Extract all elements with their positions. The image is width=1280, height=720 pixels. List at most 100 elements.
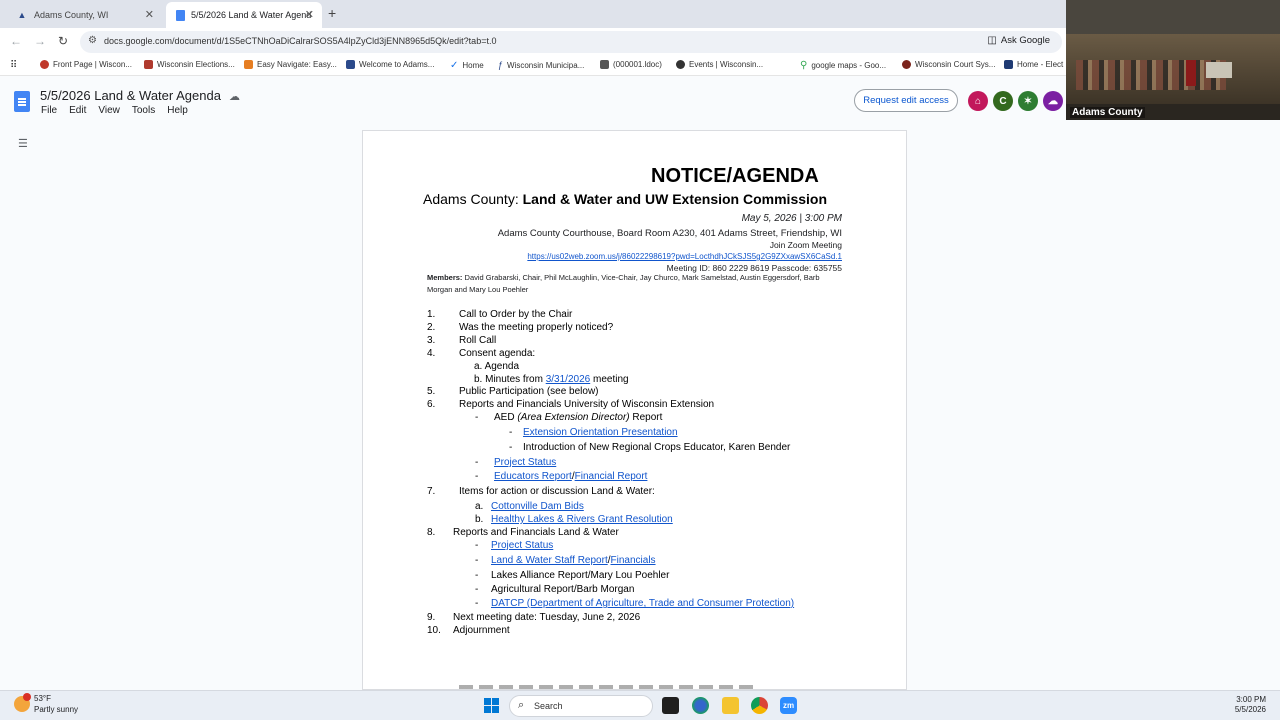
clock-date[interactable]: 5/5/2026 xyxy=(1235,705,1266,714)
bookmark-item[interactable]: Wisconsin Elections... xyxy=(144,60,235,69)
minutes-link[interactable]: 3/31/2026 xyxy=(546,374,591,385)
bookmark-favicon-icon xyxy=(346,60,355,69)
datcp-link[interactable]: DATCP (Department of Agriculture, Trade … xyxy=(491,598,794,609)
avatar[interactable]: C xyxy=(993,91,1013,111)
extension-orientation-link[interactable]: Extension Orientation Presentation xyxy=(523,427,678,438)
weather-description[interactable]: Partly sunny xyxy=(34,705,78,714)
zoom-app-icon[interactable]: zm xyxy=(780,697,797,714)
agenda-subitem: Agricultural Report/Barb Morgan xyxy=(491,584,635,595)
agenda-item: Call to Order by the Chair xyxy=(459,309,573,320)
subitem-text: Report xyxy=(632,412,663,423)
subitem-text: meeting xyxy=(592,374,629,385)
ask-google-button[interactable]: ◫ Ask Google xyxy=(987,35,1050,46)
bookmark-item[interactable]: ✓ Home xyxy=(450,60,484,71)
menu-edit[interactable]: Edit xyxy=(69,105,86,116)
staff-report-link[interactable]: Land & Water Staff Report xyxy=(491,555,608,566)
chrome-icon[interactable] xyxy=(751,697,768,714)
zoom-link[interactable]: https://us02web.zoom.us/j/86022298619?pw… xyxy=(527,252,842,261)
url-text[interactable]: docs.google.com/document/d/1S5eCTNhOaDiC… xyxy=(104,36,496,46)
bookmark-item[interactable]: Wisconsin Court Sys... xyxy=(902,60,995,69)
financials-link[interactable]: Financials xyxy=(611,555,656,566)
task-view-icon[interactable] xyxy=(662,697,679,714)
menu-view[interactable]: View xyxy=(98,105,120,116)
healthy-lakes-grant-link[interactable]: Healthy Lakes & Rivers Grant Resolution xyxy=(491,514,673,525)
new-tab-icon[interactable]: + xyxy=(328,5,336,21)
address-bar[interactable]: ⚙ docs.google.com/document/d/1S5eCTNhOaD… xyxy=(80,31,1062,53)
menu-tools[interactable]: Tools xyxy=(132,105,155,116)
bookmark-item[interactable]: (000001.ldoc) xyxy=(600,60,662,69)
video-screen xyxy=(1206,62,1232,78)
close-tab-icon[interactable]: ✕ xyxy=(305,8,314,21)
agenda-item: Items for action or discussion Land & Wa… xyxy=(459,486,655,497)
cloud-saved-icon[interactable]: ☁ xyxy=(229,90,240,103)
avatar[interactable]: ⌂ xyxy=(968,91,988,111)
bookmark-item[interactable]: Welcome to Adams... xyxy=(346,60,434,69)
bookmark-favicon-icon xyxy=(902,60,911,69)
windows-start-icon[interactable] xyxy=(484,698,499,713)
item-number: 8. xyxy=(427,527,436,538)
file-explorer-icon[interactable] xyxy=(722,697,739,714)
apps-icon[interactable]: ⠿ xyxy=(10,60,17,71)
taskbar-search[interactable]: ⌕ Search xyxy=(509,695,653,717)
document-outline-icon[interactable]: ☰ xyxy=(18,137,28,150)
animal-icon: ✶ xyxy=(1023,95,1033,107)
cottonville-dam-bids-link[interactable]: Cottonville Dam Bids xyxy=(491,501,584,512)
bookmark-item[interactable]: ⚲ google maps - Goo... xyxy=(800,60,886,71)
bookmark-item[interactable]: Home - Elect xyxy=(1004,60,1063,69)
google-docs-logo-icon[interactable] xyxy=(14,91,30,112)
site-info-icon[interactable]: ⚙ xyxy=(88,35,97,46)
bookmark-item[interactable]: Easy Navigate: Easy... xyxy=(244,60,337,69)
menu-help[interactable]: Help xyxy=(167,105,188,116)
item-number: 9. xyxy=(427,612,436,623)
menu-file[interactable]: File xyxy=(41,105,57,116)
bookmark-item[interactable]: Events | Wisconsin... xyxy=(676,60,763,69)
agenda-subitem: Land & Water Staff Report/Financials xyxy=(491,555,656,566)
reload-icon[interactable]: ↻ xyxy=(58,34,68,48)
document-page: NOTICE/AGENDA Adams County: Land & Water… xyxy=(362,130,907,690)
project-status-link[interactable]: Project Status xyxy=(491,540,553,551)
educators-report-link[interactable]: Educators Report xyxy=(494,471,572,482)
document-title[interactable]: 5/5/2026 Land & Water Agenda xyxy=(40,88,221,103)
video-participant-label: Adams County xyxy=(1070,107,1145,118)
subitem-text: b. Minutes from xyxy=(474,374,543,385)
tab-adams-county[interactable]: ▲ Adams County, WI ✕ xyxy=(6,2,162,28)
agenda-item: Was the meeting properly noticed? xyxy=(459,322,614,333)
lens-icon: ◫ xyxy=(987,35,997,46)
bullet-dash: - xyxy=(475,598,479,609)
windows-taskbar: 53°F Partly sunny ⌕ Search zm 3:00 PM 5/… xyxy=(0,690,1280,720)
weather-temperature[interactable]: 53°F xyxy=(34,694,51,703)
bullet-dash: - xyxy=(475,555,479,566)
request-edit-access-button[interactable]: Request edit access xyxy=(854,89,958,112)
docs-menu-bar: File Edit View Tools Help xyxy=(41,105,188,116)
agenda-subitem: Educators Report/Financial Report xyxy=(494,471,647,482)
cut-off-text-line xyxy=(459,685,759,689)
bullet-dash: - xyxy=(475,570,479,581)
avatar[interactable]: ☁ xyxy=(1043,91,1063,111)
bookmark-favicon-icon xyxy=(600,60,609,69)
bookmark-item[interactable]: Front Page | Wiscon... xyxy=(40,60,132,69)
quill-icon: ƒ xyxy=(498,60,504,70)
bullet-dash: - xyxy=(475,412,479,423)
bookmarks-bar: ⠿ Front Page | Wiscon... Wisconsin Elect… xyxy=(0,56,1066,76)
tab-agenda[interactable]: 5/5/2026 Land & Water Agend ✕ xyxy=(166,2,322,28)
financial-report-link[interactable]: Financial Report xyxy=(575,471,648,482)
project-status-link[interactable]: Project Status xyxy=(494,457,556,468)
bullet-dash: - xyxy=(509,442,513,453)
adams-county-favicon-icon: ▲ xyxy=(17,10,27,20)
agenda-subitem: Introduction of New Regional Crops Educa… xyxy=(523,442,791,453)
item-number: 6. xyxy=(427,399,436,410)
browser-tab-strip: ▲ Adams County, WI ✕ 5/5/2026 Land & Wat… xyxy=(0,0,1066,28)
tab-title: 5/5/2026 Land & Water Agend xyxy=(191,10,312,20)
item-number: 5. xyxy=(427,386,436,397)
subitem-text: AED xyxy=(494,412,515,423)
subtitle-committee: Land & Water and UW Extension Commission xyxy=(522,191,828,207)
edge-icon[interactable] xyxy=(692,697,709,714)
avatar[interactable]: ✶ xyxy=(1018,91,1038,111)
back-icon[interactable]: ← xyxy=(10,34,22,48)
members-label: Members: xyxy=(427,273,463,282)
bookmark-item[interactable]: ƒ Wisconsin Municipa... xyxy=(498,60,584,70)
forward-icon[interactable]: → xyxy=(34,34,46,48)
bookmark-label: Wisconsin Court Sys... xyxy=(915,60,996,69)
clock-time[interactable]: 3:00 PM xyxy=(1236,695,1266,704)
close-tab-icon[interactable]: ✕ xyxy=(145,8,154,21)
